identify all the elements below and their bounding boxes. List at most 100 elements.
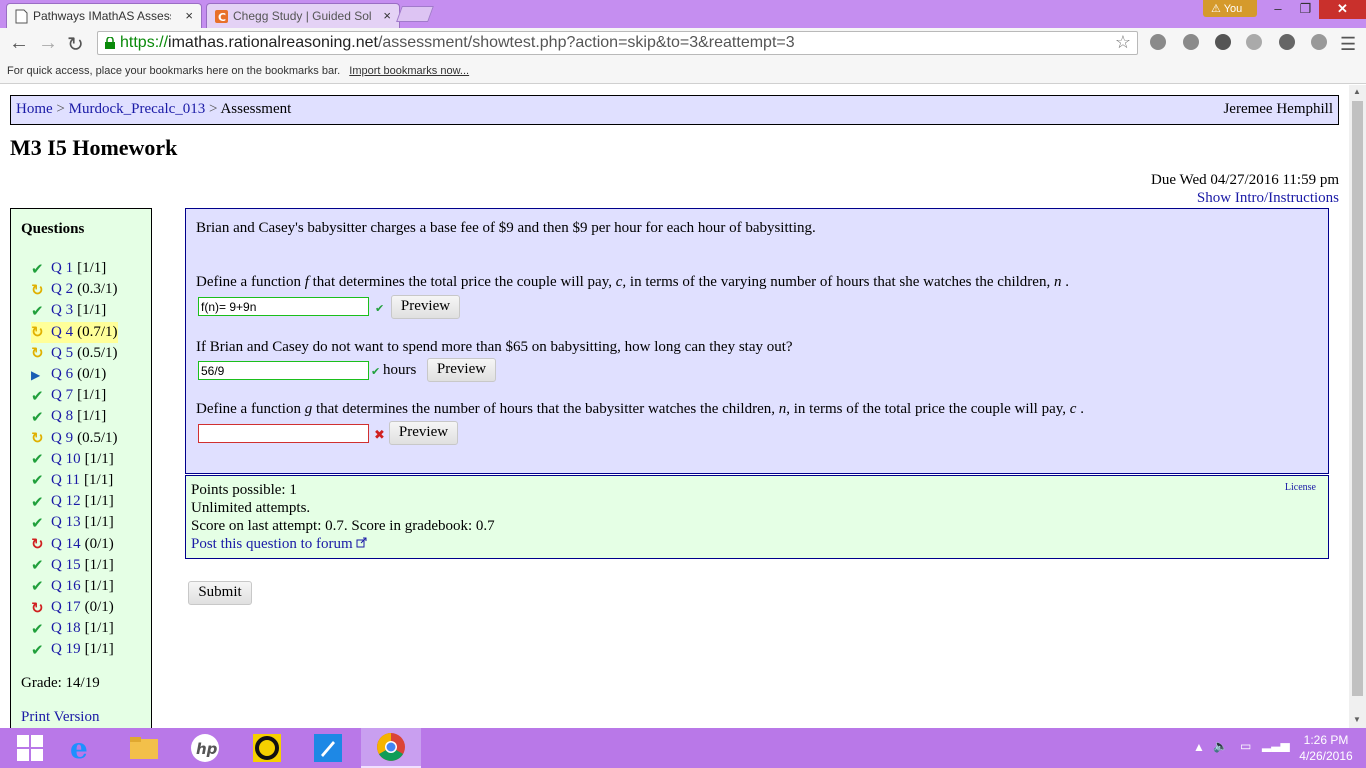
question-link[interactable]: Q 15 <box>51 557 81 574</box>
rocket-taskbar-icon[interactable] <box>298 728 358 768</box>
breadcrumb-home[interactable]: Home <box>16 101 53 117</box>
question-link[interactable]: Q 19 <box>51 641 81 658</box>
show-hidden-icons-icon[interactable]: ▲ <box>1193 740 1205 754</box>
preview-button-3[interactable]: Preview <box>389 421 458 445</box>
question-link[interactable]: Q 8 <box>51 408 73 425</box>
page-content: Home > Murdock_Precalc_013 > Assessment … <box>0 85 1349 728</box>
extension-icon[interactable] <box>1311 34 1327 50</box>
print-version-link[interactable]: Print Version <box>21 709 99 726</box>
volume-icon[interactable]: 🔈 <box>1213 739 1228 753</box>
x-mark-icon: ✖ <box>374 428 385 443</box>
question-panel: Brian and Casey's babysitter charges a b… <box>185 208 1329 474</box>
question-link[interactable]: Q 4 <box>51 324 73 341</box>
question-list-item[interactable]: ✔ Q 18 [1/1] <box>31 618 118 639</box>
address-bar[interactable]: https://imathas.rationalreasoning.net/as… <box>97 31 1138 55</box>
question-list-item[interactable]: ✔ Q 10 [1/1] <box>31 449 118 470</box>
preview-button-1[interactable]: Preview <box>391 295 460 319</box>
close-icon[interactable]: × <box>383 8 391 23</box>
question-list-item[interactable]: ✔ Q 15 [1/1] <box>31 555 118 576</box>
question-link[interactable]: Q 10 <box>51 451 81 468</box>
question-link[interactable]: Q 3 <box>51 302 73 319</box>
question-score: [1/1] <box>84 641 114 658</box>
question-link[interactable]: Q 11 <box>51 472 80 489</box>
wifi-signal-icon[interactable]: ▂▃▅ <box>1262 738 1290 752</box>
scrollbar-thumb[interactable] <box>1352 101 1363 696</box>
new-tab-button[interactable] <box>396 6 434 22</box>
question-list-item[interactable]: ✔ Q 12 [1/1] <box>31 491 118 512</box>
scroll-down-icon[interactable]: ▼ <box>1353 715 1361 724</box>
question-list-item[interactable]: ✔ Q 13 [1/1] <box>31 512 118 533</box>
hp-taskbar-icon[interactable]: hp <box>175 728 235 768</box>
norton-icon <box>253 734 281 762</box>
tab-title: Chegg Study | Guided Sol <box>233 9 371 23</box>
system-clock[interactable]: 1:26 PM 4/26/2016 <box>1290 732 1362 764</box>
question-list-item[interactable]: ✔ Q 8 [1/1] <box>31 406 118 427</box>
extension-icon[interactable] <box>1215 34 1231 50</box>
question-link[interactable]: Q 6 <box>51 366 73 383</box>
question-list-item[interactable]: ✔ Q 19 [1/1] <box>31 639 118 660</box>
close-icon[interactable]: × <box>185 8 193 23</box>
question-list-item[interactable]: ✔ Q 3 [1/1] <box>31 300 118 321</box>
forum-link[interactable]: Post this question to forum <box>191 536 353 552</box>
profile-name: You <box>1223 3 1243 15</box>
menu-icon[interactable]: ☰ <box>1340 34 1356 55</box>
minimize-button[interactable]: – <box>1264 0 1292 19</box>
import-bookmarks-link[interactable]: Import bookmarks now... <box>349 65 469 77</box>
question-list-item[interactable]: ✔ Q 16 [1/1] <box>31 576 118 597</box>
question-info-panel: Points possible: 1 Unlimited attempts. S… <box>185 475 1329 559</box>
maximize-button[interactable]: ❐ <box>1292 0 1319 19</box>
question-link[interactable]: Q 14 <box>51 536 81 553</box>
answer-field-2[interactable]: 56/9 <box>198 361 369 380</box>
preview-button-2[interactable]: Preview <box>427 358 496 382</box>
question-link[interactable]: Q 13 <box>51 514 81 531</box>
question-link[interactable]: Q 7 <box>51 387 73 404</box>
chrome-taskbar-icon[interactable] <box>361 728 421 768</box>
question-list-item[interactable]: ↻ Q 4 (0.7/1) <box>31 321 118 343</box>
reload-icon[interactable]: ↻ <box>67 32 84 57</box>
license-link[interactable]: License <box>1285 482 1316 493</box>
answer-field-3[interactable] <box>198 424 369 443</box>
norton-taskbar-icon[interactable] <box>237 728 297 768</box>
tab-pathways[interactable]: Pathways IMathAS Assess × <box>6 3 202 28</box>
question-list-item[interactable]: ↻ Q 9 (0.5/1) <box>31 428 118 449</box>
file-explorer-taskbar-icon[interactable] <box>114 728 174 768</box>
question-link[interactable]: Q 17 <box>51 599 81 616</box>
question-link[interactable]: Q 16 <box>51 578 81 595</box>
question-list-item[interactable]: ✔ Q 7 [1/1] <box>31 385 118 406</box>
close-window-button[interactable]: ✕ <box>1319 0 1366 19</box>
question-link[interactable]: Q 12 <box>51 493 81 510</box>
battery-icon[interactable]: ▭ <box>1240 739 1251 753</box>
forward-arrow-icon[interactable]: → <box>38 32 58 55</box>
question-score: [1/1] <box>77 387 107 404</box>
question-list-item[interactable]: ↻ Q 5 (0.5/1) <box>31 343 118 364</box>
question-list-item[interactable]: ↻ Q 14 (0/1) <box>31 533 118 554</box>
extension-icon[interactable] <box>1279 34 1295 50</box>
profile-badge[interactable]: ⚠ You <box>1203 0 1257 17</box>
extension-icon[interactable] <box>1150 34 1166 50</box>
start-button[interactable] <box>0 728 60 768</box>
question-link[interactable]: Q 18 <box>51 620 81 637</box>
extension-icon[interactable] <box>1183 34 1199 50</box>
question-link[interactable]: Q 5 <box>51 345 73 362</box>
vertical-scrollbar[interactable]: ▲ ▼ <box>1349 85 1366 728</box>
extension-icon[interactable] <box>1246 34 1262 50</box>
variable-n: n <box>1053 274 1062 290</box>
scroll-up-icon[interactable]: ▲ <box>1353 87 1361 96</box>
internet-explorer-taskbar-icon[interactable]: e <box>52 728 112 768</box>
show-intro-link[interactable]: Show Intro/Instructions <box>1197 190 1339 207</box>
submit-button[interactable]: Submit <box>188 581 252 605</box>
tab-chegg[interactable]: C Chegg Study | Guided Sol × <box>206 3 400 28</box>
answer-field-1[interactable]: f(n)= 9+9n <box>198 297 369 316</box>
question-list-item[interactable]: ▶ Q 6 (0/1) <box>31 364 118 385</box>
star-icon[interactable]: ☆ <box>1115 32 1131 53</box>
question-list-item[interactable]: ✔ Q 11 [1/1] <box>31 470 118 491</box>
score-text: Score on last attempt: 0.7. Score in gra… <box>191 518 495 534</box>
breadcrumb-course[interactable]: Murdock_Precalc_013 <box>69 101 206 117</box>
back-arrow-icon[interactable]: ← <box>9 32 29 55</box>
question-link[interactable]: Q 9 <box>51 430 73 447</box>
question-list-item[interactable]: ↻ Q 17 (0/1) <box>31 597 118 618</box>
question-list-item[interactable]: ✔ Q 1 [1/1] <box>31 258 118 279</box>
question-list-item[interactable]: ↻ Q 2 (0.3/1) <box>31 279 118 300</box>
question-link[interactable]: Q 1 <box>51 260 73 277</box>
question-link[interactable]: Q 2 <box>51 281 73 298</box>
